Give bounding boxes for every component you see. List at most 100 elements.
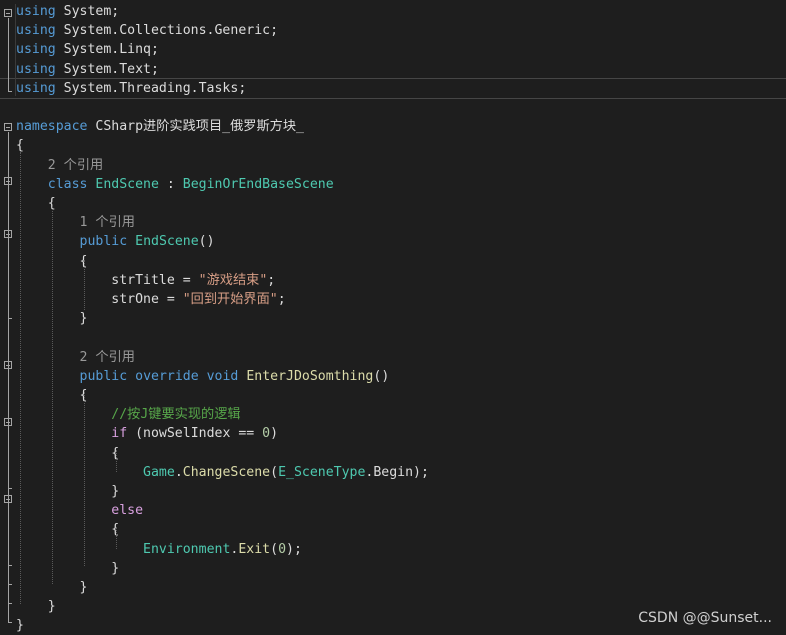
code-line[interactable]: namespace CSharp进阶实践项目_俄罗斯方块_ bbox=[0, 117, 786, 136]
gutter-bar bbox=[15, 4, 16, 96]
code-line[interactable]: Game.ChangeScene(E_SceneType.Begin); bbox=[0, 463, 786, 482]
code-token: ; bbox=[277, 292, 286, 307]
code-text: } bbox=[16, 597, 56, 616]
code-line[interactable]: using System.Text; bbox=[0, 60, 786, 79]
code-token: class bbox=[47, 176, 88, 192]
code-token: strTitle = bbox=[16, 272, 199, 288]
code-line[interactable]: using System.Linq; bbox=[0, 40, 786, 59]
code-token: EndScene bbox=[135, 234, 199, 250]
code-editor[interactable]: using System; using System.Collections.Ge… bbox=[0, 0, 786, 634]
code-line[interactable]: { bbox=[0, 252, 786, 271]
code-token: using bbox=[16, 61, 56, 77]
code-text: using System; bbox=[16, 2, 119, 21]
code-line[interactable]: strOne = "回到开始界面"; bbox=[0, 290, 786, 309]
code-line[interactable]: { bbox=[0, 386, 786, 405]
code-token: ; bbox=[267, 272, 276, 288]
code-text: using System.Threading.Tasks; bbox=[16, 79, 246, 98]
code-token: void bbox=[206, 368, 239, 384]
code-line[interactable]: using System; bbox=[0, 2, 786, 21]
code-token: ) bbox=[270, 426, 279, 442]
indent-guide-class bbox=[52, 206, 53, 584]
indent-guide-if-block bbox=[116, 450, 117, 472]
code-token: using bbox=[16, 4, 56, 19]
code-token: else bbox=[111, 503, 144, 519]
code-token: } bbox=[16, 560, 120, 576]
fold-end-usings bbox=[8, 91, 12, 92]
indent-guide-method bbox=[84, 392, 85, 566]
code-text: if (nowSelIndex == 0) bbox=[16, 424, 278, 443]
code-token: System; bbox=[55, 4, 120, 19]
code-text: Game.ChangeScene(E_SceneType.Begin); bbox=[16, 463, 429, 482]
code-line[interactable]: } bbox=[0, 482, 786, 501]
code-line[interactable]: { bbox=[0, 194, 786, 213]
fold-toggle-method-icon[interactable] bbox=[4, 361, 12, 369]
code-line[interactable]: //按J键要实现的逻辑 bbox=[0, 405, 786, 424]
code-text: using System.Linq; bbox=[16, 40, 159, 59]
code-line[interactable]: public override void EnterJDoSomthing() bbox=[0, 367, 786, 386]
fold-end-class bbox=[8, 603, 12, 604]
code-text: using System.Collections.Generic; bbox=[16, 21, 278, 40]
code-text: strTitle = "游戏结束"; bbox=[16, 271, 275, 290]
fold-toggle-namespace-icon[interactable] bbox=[4, 123, 12, 131]
code-token: System.Linq; bbox=[55, 42, 159, 58]
fold-toggle-else-icon[interactable] bbox=[4, 495, 12, 503]
code-token: ( bbox=[270, 464, 279, 480]
code-line[interactable]: 2 个引用 bbox=[0, 348, 786, 367]
code-token: namespace bbox=[16, 119, 88, 135]
watermark: CSDN @@Sunset... bbox=[638, 610, 772, 626]
code-token: ChangeScene bbox=[182, 464, 271, 480]
fold-end-if bbox=[8, 488, 12, 489]
code-text: 2 个引用 bbox=[16, 156, 103, 175]
code-token: CSharp进阶实践项目_俄罗斯方块_ bbox=[87, 119, 304, 135]
code-token: 2 个引用 bbox=[16, 157, 104, 173]
code-line[interactable]: } bbox=[0, 309, 786, 328]
code-line[interactable]: } bbox=[0, 578, 786, 597]
code-line[interactable]: Environment.Exit(0); bbox=[0, 540, 786, 559]
code-token: { bbox=[16, 522, 120, 538]
code-token: 1 个引用 bbox=[16, 215, 135, 231]
code-line[interactable]: 1 个引用 bbox=[0, 213, 786, 232]
code-line[interactable]: using System.Collections.Generic; bbox=[0, 21, 786, 40]
code-text: } bbox=[16, 559, 119, 578]
fold-toggle-constructor-icon[interactable] bbox=[4, 230, 12, 238]
code-token: () bbox=[373, 368, 390, 384]
code-line[interactable]: strTitle = "游戏结束"; bbox=[0, 271, 786, 290]
code-token: Environment bbox=[143, 541, 231, 557]
fold-toggle-if-icon[interactable] bbox=[4, 418, 12, 426]
code-token: EndScene bbox=[95, 176, 159, 192]
code-line[interactable] bbox=[0, 328, 786, 347]
code-text: else bbox=[16, 501, 143, 520]
code-token: 0 bbox=[262, 426, 271, 442]
code-token: : bbox=[158, 176, 183, 192]
code-line[interactable]: using System.Threading.Tasks; bbox=[0, 77, 786, 99]
fold-end-namespace bbox=[8, 622, 12, 623]
code-text: public override void EnterJDoSomthing() bbox=[16, 367, 390, 386]
code-line[interactable]: if (nowSelIndex == 0) bbox=[0, 424, 786, 443]
fold-toggle-class-icon[interactable] bbox=[4, 177, 12, 185]
fold-end-else bbox=[8, 565, 12, 566]
code-token: System.Text; bbox=[55, 61, 159, 77]
code-text: 1 个引用 bbox=[16, 213, 135, 232]
code-token: using bbox=[16, 42, 56, 58]
code-token: } bbox=[16, 599, 56, 615]
fold-toggle-usings-icon[interactable] bbox=[4, 9, 12, 17]
code-line[interactable]: public EndScene() bbox=[0, 232, 786, 251]
code-token: . bbox=[174, 464, 183, 480]
code-token: (nowSelIndex == bbox=[127, 426, 263, 442]
code-line[interactable]: { bbox=[0, 444, 786, 463]
code-line[interactable]: { bbox=[0, 136, 786, 155]
code-token: using bbox=[16, 23, 56, 39]
code-line[interactable] bbox=[0, 98, 786, 117]
code-token: using bbox=[16, 80, 56, 96]
code-line[interactable]: { bbox=[0, 520, 786, 539]
code-line[interactable]: else bbox=[0, 501, 786, 520]
code-line[interactable]: } bbox=[0, 559, 786, 578]
code-line[interactable]: 2 个引用 bbox=[0, 156, 786, 175]
code-line[interactable]: class EndScene : BeginOrEndBaseScene bbox=[0, 175, 786, 194]
code-token: System.Collections.Generic; bbox=[55, 23, 279, 39]
